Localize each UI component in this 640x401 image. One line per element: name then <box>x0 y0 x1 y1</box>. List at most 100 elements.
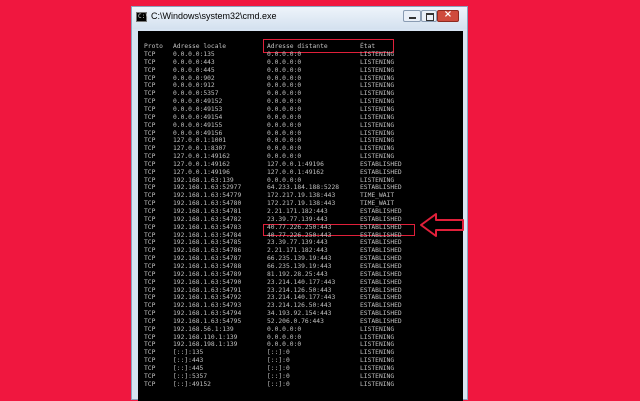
state-cell: ESTABLISHED <box>360 231 402 239</box>
cmd-icon: C:\ <box>136 12 149 22</box>
minimize-button[interactable] <box>403 10 421 22</box>
close-icon: × <box>443 9 453 20</box>
remote-address-cell: 2.21.171.182:443 <box>267 208 328 215</box>
proto-cell: TCP <box>144 160 156 168</box>
close-button[interactable]: × <box>437 9 459 22</box>
local-address-cell: 0.0.0.0:443 <box>173 58 215 66</box>
state-cell: LISTENING <box>360 365 395 372</box>
remote-address-cell: 23.214.126.50:443 <box>267 302 332 310</box>
proto-cell: TCP <box>144 98 156 106</box>
proto-cell: TCP <box>144 255 156 263</box>
local-address-cell: 192.168.1.63:54782 <box>173 215 242 223</box>
local-address-cell: 127.0.0.1:49162 <box>173 160 230 168</box>
remote-address-cell: 81.192.28.25:443 <box>267 270 328 278</box>
remote-address-cell: [::]:0 <box>267 349 290 357</box>
proto-cell: TCP <box>144 247 156 255</box>
local-address-cell: 192.168.1.63:54791 <box>173 286 242 294</box>
local-address-cell: 192.168.56.1:139 <box>173 325 234 333</box>
title-bar[interactable]: C:\ C:\Windows\system32\cmd.exe × <box>132 7 467 29</box>
header-proto: Proto <box>144 43 163 50</box>
local-address-cell: [::]:135 <box>173 349 204 357</box>
local-address-cell: 192.168.1.63:54787 <box>173 255 242 263</box>
local-address-cell: [::]:443 <box>173 357 204 365</box>
proto-cell: TCP <box>144 310 156 318</box>
remote-address-cell: 127.0.0.1:49196 <box>267 160 324 168</box>
header-remote: Adresse distante <box>267 43 328 50</box>
remote-address-cell: 40.77.226.250:443 <box>267 231 332 239</box>
proto-cell: TCP <box>144 380 156 388</box>
remote-address-cell: 23.214.126.50:443 <box>267 286 332 294</box>
proto-cell: TCP <box>144 223 156 231</box>
state-cell: ESTABLISHED <box>360 160 402 168</box>
state-cell: LISTENING <box>360 74 395 82</box>
state-cell: TIME_WAIT <box>360 192 395 200</box>
state-cell: TIME_WAIT <box>360 200 395 208</box>
local-address-cell: [::]:5357 <box>173 372 208 380</box>
local-address-cell: 192.168.1.63:54790 <box>173 278 242 286</box>
remote-address-cell: 0.0.0.0:0 <box>267 82 302 90</box>
remote-address-cell: 66.235.139.19:443 <box>267 255 332 263</box>
state-cell: ESTABLISHED <box>360 278 402 286</box>
local-address-cell: 0.0.0.0:49156 <box>173 129 223 137</box>
remote-address-cell: 0.0.0.0:0 <box>267 129 302 137</box>
state-cell: LISTENING <box>360 145 395 153</box>
proto-cell: TCP <box>144 200 156 208</box>
proto-cell: TCP <box>144 137 156 145</box>
console-output[interactable]: Proto Adresse locale Adresse distante Ét… <box>138 31 463 401</box>
proto-cell: TCP <box>144 341 156 349</box>
remote-address-cell: 40.77.226.250:443 <box>267 223 332 231</box>
remote-address-cell: 0.0.0.0:0 <box>267 51 302 58</box>
proto-cell: TCP <box>144 278 156 286</box>
proto-cell: TCP <box>144 208 156 215</box>
state-cell: ESTABLISHED <box>360 184 402 192</box>
proto-cell: TCP <box>144 184 156 192</box>
local-address-cell: 192.168.1.63:54785 <box>173 239 242 247</box>
local-address-cell: 192.168.1.63:54786 <box>173 247 242 255</box>
local-address-cell: 192.168.1.63:139 <box>173 176 234 184</box>
state-cell: LISTENING <box>360 82 395 90</box>
remote-address-cell: 172.217.19.138:443 <box>267 200 336 208</box>
state-cell: LISTENING <box>360 357 395 365</box>
state-cell: ESTABLISHED <box>360 168 402 176</box>
remote-address-cell: 52.206.0.76:443 <box>267 317 324 325</box>
proto-cell: TCP <box>144 105 156 113</box>
proto-cell: TCP <box>144 302 156 310</box>
local-address-cell: 192.168.1.63:52977 <box>173 184 242 192</box>
proto-cell: TCP <box>144 74 156 82</box>
state-cell: LISTENING <box>360 325 395 333</box>
header-row: Proto Adresse locale Adresse distante Ét… <box>138 43 375 51</box>
local-address-cell: 192.168.1.63:54795 <box>173 317 242 325</box>
state-cell: LISTENING <box>360 58 395 66</box>
proto-cell: TCP <box>144 239 156 247</box>
remote-address-cell: 0.0.0.0:0 <box>267 176 302 184</box>
proto-cell: TCP <box>144 51 156 58</box>
remote-address-cell: [::]:0 <box>267 365 290 372</box>
state-cell: ESTABLISHED <box>360 310 402 318</box>
state-cell: LISTENING <box>360 349 395 357</box>
local-address-cell: 0.0.0.0:135 <box>173 51 215 58</box>
maximize-button[interactable] <box>421 10 437 22</box>
local-address-cell: 127.0.0.1:49196 <box>173 168 230 176</box>
state-cell: ESTABLISHED <box>360 270 402 278</box>
local-address-cell: 127.0.0.1:1001 <box>173 137 227 145</box>
remote-address-cell: 0.0.0.0:0 <box>267 66 302 74</box>
left-arrow-icon <box>420 213 464 237</box>
proto-cell: TCP <box>144 317 156 325</box>
remote-address-cell: 0.0.0.0:0 <box>267 58 302 66</box>
proto-cell: TCP <box>144 365 156 372</box>
proto-cell: TCP <box>144 82 156 90</box>
state-cell: ESTABLISHED <box>360 262 402 270</box>
remote-address-cell: 34.193.92.154:443 <box>267 310 332 318</box>
remote-address-cell: 0.0.0.0:0 <box>267 153 302 161</box>
state-cell: LISTENING <box>360 98 395 106</box>
state-cell: LISTENING <box>360 129 395 137</box>
local-address-cell: 192.168.1.63:54779 <box>173 192 242 200</box>
proto-cell: TCP <box>144 262 156 270</box>
local-address-cell: 192.168.1.63:54794 <box>173 310 242 318</box>
proto-cell: TCP <box>144 145 156 153</box>
proto-cell: TCP <box>144 215 156 223</box>
proto-cell: TCP <box>144 129 156 137</box>
local-address-cell: 0.0.0.0:902 <box>173 74 215 82</box>
local-address-cell: 192.168.110.1:139 <box>173 333 238 341</box>
local-address-cell: 192.168.1.63:54784 <box>173 231 242 239</box>
